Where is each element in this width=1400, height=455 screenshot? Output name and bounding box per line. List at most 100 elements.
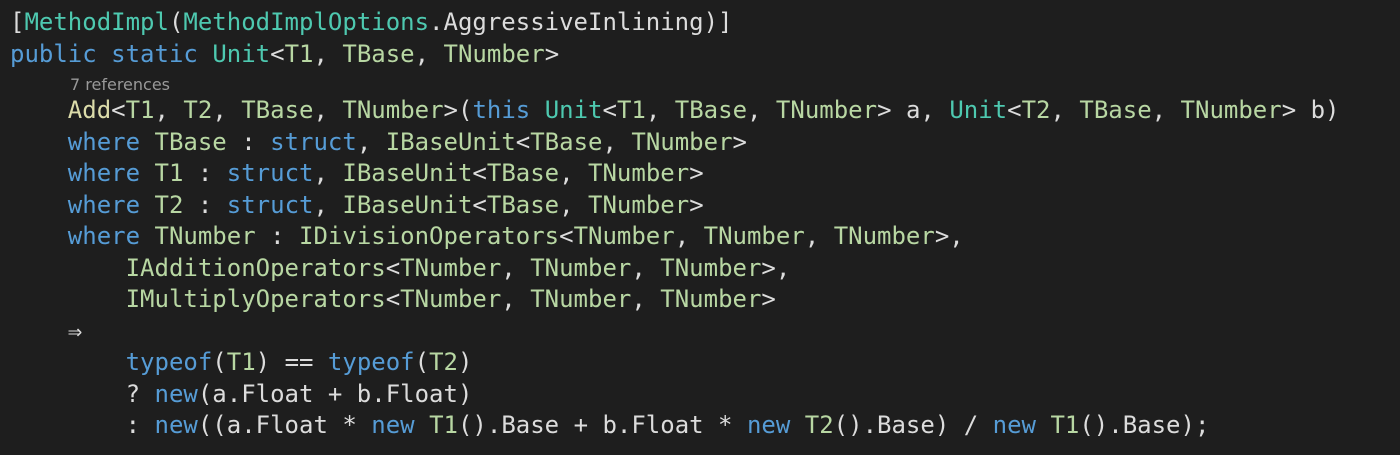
code-token: T1 <box>1050 411 1080 439</box>
code-token: TNumber <box>588 191 690 219</box>
code-token: , <box>559 159 589 187</box>
code-token: Add <box>67 96 112 124</box>
code-token: , <box>1151 96 1181 124</box>
code-token: TNumber <box>775 96 878 124</box>
code-line[interactable]: : new((a.Float * new T1().Base + b.Float… <box>10 409 1210 441</box>
code-token: T1 <box>125 96 155 124</box>
code-token: : <box>226 128 271 156</box>
code-token: , <box>212 96 242 124</box>
code-token: new <box>746 411 791 439</box>
codelens-references[interactable]: 7 references <box>70 74 170 96</box>
code-token: , <box>154 96 184 124</box>
code-line[interactable]: ⇒ <box>10 315 82 347</box>
code-token: < <box>515 128 531 156</box>
code-token: TNumber <box>1180 96 1282 124</box>
code-token: (a.Float + b.Float) <box>197 380 473 408</box>
code-token: IBaseUnit <box>342 159 473 187</box>
code-token: < <box>1007 96 1022 124</box>
code-token: IAdditionOperators <box>125 254 386 282</box>
code-token: new <box>154 411 198 439</box>
code-token: >, <box>761 254 791 282</box>
code-token: >( <box>443 96 473 124</box>
code-token: TNumber <box>573 222 675 250</box>
code-line[interactable]: where T2 : struct, IBaseUnit<TBase, TNum… <box>10 189 704 221</box>
code-token: > <box>732 128 747 156</box>
code-token: TNumber <box>660 254 762 282</box>
code-line[interactable]: Add<T1, T2, TBase, TNumber>(this Unit<T1… <box>10 94 1340 126</box>
code-line[interactable]: where TNumber : IDivisionOperators<TNumb… <box>10 220 964 252</box>
code-token: TBase <box>674 96 748 124</box>
code-token: Unit <box>544 96 603 124</box>
code-token: ( <box>168 8 184 36</box>
code-token: < <box>111 96 126 124</box>
code-token: public <box>10 40 97 68</box>
code-line[interactable]: typeof(T1) == typeof(T2) <box>10 346 473 378</box>
code-token: TNumber <box>400 285 502 313</box>
code-token: : <box>255 222 300 250</box>
code-token: new <box>992 411 1036 439</box>
code-line[interactable]: IAdditionOperators<TNumber, TNumber, TNu… <box>10 252 791 284</box>
code-line[interactable]: [MethodImpl(MethodImplOptions.Aggressive… <box>10 6 732 38</box>
code-token: TNumber <box>443 40 545 68</box>
code-token: T2 <box>429 348 458 376</box>
code-token: Unit <box>212 40 271 68</box>
code-token: , <box>674 222 704 250</box>
code-token: : <box>183 159 227 187</box>
code-token: TBase <box>154 128 227 156</box>
code-token: , <box>804 222 834 250</box>
code-token: > <box>544 40 560 68</box>
code-token: > <box>689 159 704 187</box>
code-editor[interactable]: 7 references [MethodImpl(MethodImplOptio… <box>0 0 1400 455</box>
code-token: ⇒ <box>67 317 83 345</box>
code-token: where <box>67 128 141 156</box>
code-token: IMultiplyOperators <box>125 285 386 313</box>
code-token: , <box>356 128 386 156</box>
code-token: > a, <box>877 96 950 124</box>
code-line[interactable]: public static Unit<T1, TBase, TNumber> <box>10 38 559 70</box>
code-token: IBaseUnit <box>342 191 473 219</box>
code-token: , <box>501 254 531 282</box>
code-line[interactable]: IMultiplyOperators<TNumber, TNumber, TNu… <box>10 283 776 315</box>
code-token: MethodImpl <box>24 8 169 36</box>
code-token: TNumber <box>400 254 502 282</box>
code-token: >, <box>934 222 964 250</box>
code-token: , <box>313 159 343 187</box>
code-token: ().Base + b.Float * <box>457 411 747 439</box>
code-token: TBase <box>241 96 314 124</box>
code-token: : <box>183 191 227 219</box>
code-token: , <box>631 285 661 313</box>
code-token: , <box>313 191 343 219</box>
code-token: , <box>602 128 632 156</box>
code-line[interactable]: ? new(a.Float + b.Float) <box>10 378 473 410</box>
code-token: , <box>414 40 444 68</box>
code-token: == <box>284 348 314 376</box>
code-token: > b) <box>1281 96 1340 124</box>
code-line[interactable]: where T1 : struct, IBaseUnit<TBase, TNum… <box>10 157 704 189</box>
code-token: where <box>67 191 141 219</box>
code-line[interactable]: where TBase : struct, IBaseUnit<TBase, T… <box>10 126 747 158</box>
code-token: typeof <box>327 348 415 376</box>
code-token: , <box>747 96 776 124</box>
code-token: < <box>602 96 617 124</box>
code-token: TBase <box>1079 96 1152 124</box>
code-token: T1 <box>154 159 184 187</box>
code-token: this <box>472 96 531 124</box>
code-token: typeof <box>125 348 213 376</box>
code-token: T1 <box>226 348 256 376</box>
code-token: , <box>631 254 661 282</box>
